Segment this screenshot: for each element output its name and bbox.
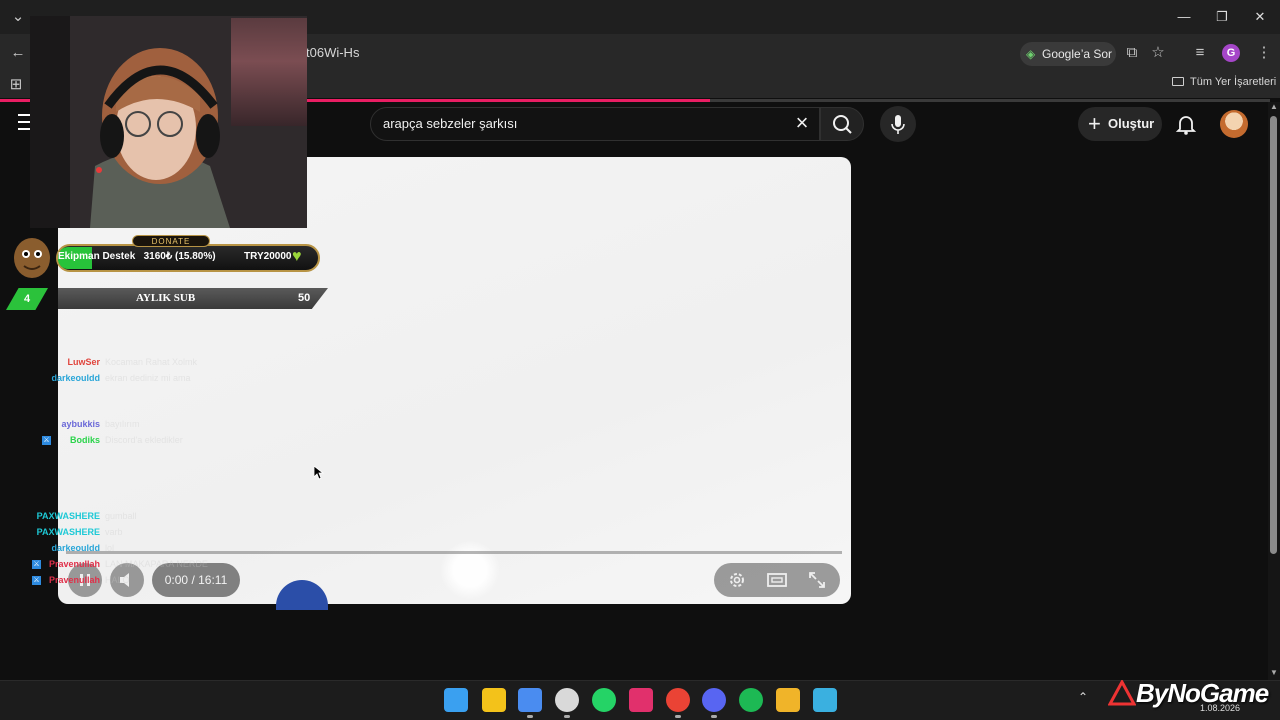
video-glow — [440, 540, 500, 600]
taskbar-running-indicator — [711, 715, 717, 718]
scroll-thumb[interactable] — [1270, 116, 1277, 554]
tray-chevron-icon[interactable]: ⌃ — [1078, 690, 1088, 704]
instagram-icon[interactable] — [629, 688, 653, 712]
back-icon[interactable]: ← — [6, 41, 30, 65]
heart-icon: ♥ — [292, 248, 302, 265]
chat-text: lol — [105, 543, 115, 553]
chat-text: HALO — [105, 575, 130, 585]
file-explorer-icon[interactable] — [776, 688, 800, 712]
sticky-notes-icon[interactable] — [482, 688, 506, 712]
donate-goal-name: Ekipman Destek — [58, 251, 136, 262]
taskbar-running-indicator — [675, 715, 681, 718]
star-icon[interactable]: ☆ — [1146, 41, 1170, 65]
tab-search-chevron-icon[interactable]: ⌄ — [6, 5, 30, 29]
scroll-up-icon[interactable]: ▲ — [1270, 102, 1278, 111]
clear-icon[interactable]: × — [790, 111, 814, 135]
chat-username: PAXWASHERE — [36, 527, 100, 537]
sub-goal-count: 50 — [298, 292, 311, 304]
moderator-badge-icon: ⚔ — [32, 560, 41, 569]
app-icon[interactable] — [813, 688, 837, 712]
donate-target: TRY20000 — [244, 251, 292, 262]
chat-username: aybukkis — [61, 419, 100, 429]
chat-text: bayılırım — [105, 419, 140, 429]
chat-text: Discord'a ekledikler — [105, 435, 183, 445]
snipping-tool-icon[interactable] — [518, 688, 542, 712]
fullscreen-icon[interactable] — [805, 568, 829, 592]
close-icon[interactable]: ✕ — [1248, 6, 1272, 28]
chrome-icon[interactable] — [666, 688, 690, 712]
chat-username: Pravenullah — [48, 559, 100, 569]
discord-icon[interactable] — [702, 688, 726, 712]
notifications-button[interactable] — [1172, 111, 1200, 137]
search-button[interactable] — [820, 107, 864, 141]
chat-username: darkeouldd — [51, 543, 100, 553]
chat-text: ekran dediniz mi ama — [105, 373, 191, 383]
taskbar-running-indicator — [564, 715, 570, 718]
chat-username: Pravenullah — [48, 575, 100, 585]
sub-current-badge: 4 — [6, 288, 48, 310]
search-input[interactable] — [383, 116, 783, 131]
apps-grid-icon[interactable]: ⊞ — [4, 73, 28, 97]
chat-text: LAN MAKAPARA NERDE — [105, 559, 208, 569]
watermark-logo-icon — [1108, 680, 1136, 706]
google-ask-button[interactable]: ◈ Google’a Sor — [1020, 42, 1116, 66]
spotify-icon[interactable] — [739, 688, 763, 712]
settings-icon[interactable] — [725, 568, 749, 592]
chat-text: varb — [105, 527, 123, 537]
mascot-image — [6, 228, 58, 288]
search-icon — [833, 115, 852, 134]
windows-start-icon[interactable] — [444, 688, 468, 712]
all-bookmarks-label: Tüm Yer İşaretleri — [1190, 76, 1277, 88]
chat-text: gumball — [105, 511, 137, 521]
chat-text: Kocaman Rahat Xolmk — [105, 357, 198, 367]
plus-icon: + — [1088, 111, 1101, 136]
moderator-badge-icon: ⚔ — [32, 576, 41, 585]
profile-avatar[interactable]: G — [1222, 44, 1240, 62]
search-box[interactable] — [370, 107, 820, 141]
chat-username: LuwSer — [67, 357, 100, 367]
restore-icon[interactable]: ❐ — [1210, 6, 1234, 28]
folder-icon — [1172, 77, 1184, 86]
donate-progress-text: 3160₺ (15.80%) — [143, 251, 216, 262]
mic-icon — [891, 115, 905, 134]
chat-username: PAXWASHERE — [36, 511, 100, 521]
media-controls-icon[interactable]: ≡ — [1188, 41, 1212, 65]
create-button[interactable]: + Oluştur — [1078, 107, 1162, 141]
taskbar-running-indicator — [527, 715, 533, 718]
minimize-icon[interactable]: — — [1172, 6, 1196, 28]
player-right-controls — [714, 563, 840, 597]
theater-mode-icon[interactable] — [765, 568, 789, 592]
google-ask-label: Google’a Sor — [1042, 47, 1113, 61]
google-lens-icon: ◈ — [1026, 47, 1036, 61]
scroll-down-icon[interactable]: ▼ — [1270, 668, 1278, 677]
bell-icon — [1175, 116, 1197, 135]
whatsapp-icon[interactable] — [592, 688, 616, 712]
moderator-badge-icon: ⚔ — [42, 436, 51, 445]
seek-bar[interactable] — [66, 551, 842, 554]
obs-icon[interactable] — [555, 688, 579, 712]
wall-poster-image — [231, 18, 307, 126]
mouse-cursor-icon — [314, 466, 324, 480]
voice-search-button[interactable] — [880, 106, 916, 142]
sub-goal-label: AYLIK SUB — [136, 292, 196, 304]
avatar[interactable] — [1220, 110, 1248, 138]
donate-goal-text: Ekipman Destek 3160₺ (15.80%) — [58, 251, 216, 262]
address-bar-url[interactable]: t06Wi-Hs — [306, 45, 359, 60]
all-bookmarks-button[interactable]: Tüm Yer İşaretleri — [1172, 76, 1276, 88]
menu-dots-icon[interactable]: ⋮ — [1252, 41, 1276, 65]
clock-date: 1.08.2026 — [1200, 703, 1241, 713]
chat-username: darkeouldd — [51, 373, 100, 383]
cast-icon[interactable]: ⧉ — [1120, 41, 1144, 65]
donate-tag: DONATE — [132, 235, 210, 247]
create-label: Oluştur — [1108, 116, 1155, 131]
